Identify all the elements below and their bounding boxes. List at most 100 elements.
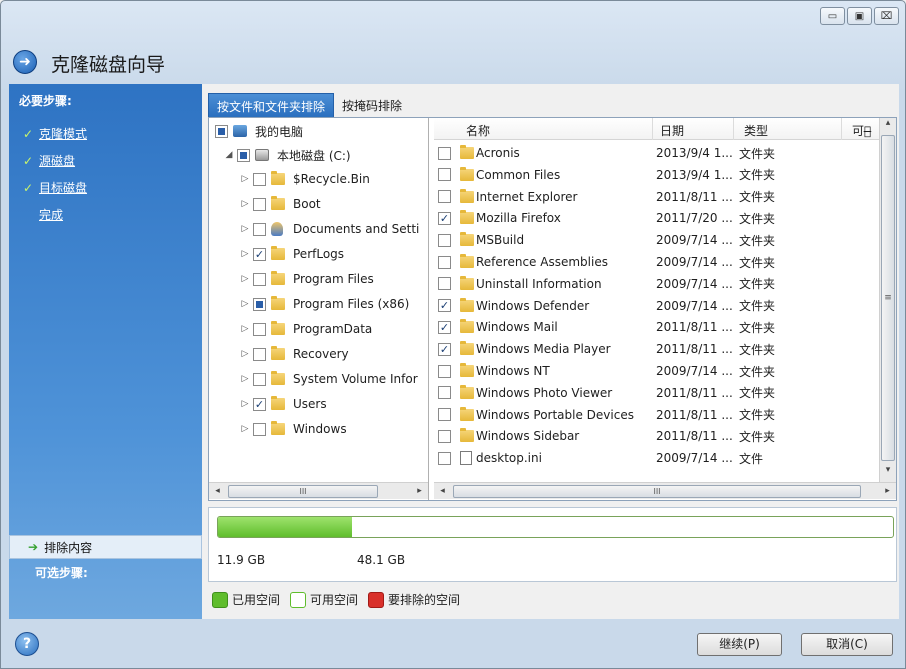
close-button[interactable]: ⌧ bbox=[874, 7, 899, 25]
row-checkbox[interactable] bbox=[438, 255, 451, 269]
column-header-type[interactable]: 类型 bbox=[744, 122, 768, 139]
row-checkbox[interactable] bbox=[438, 451, 451, 465]
tree-row[interactable]: ▷ Users bbox=[239, 393, 327, 415]
tree-checkbox[interactable] bbox=[253, 297, 266, 311]
list-vertical-scrollbar[interactable]: ▴ ≡ ▾ bbox=[879, 118, 896, 482]
column-header-name[interactable]: 名称 bbox=[466, 122, 490, 139]
step-label[interactable]: 克隆模式 bbox=[39, 125, 87, 142]
step-label[interactable]: 完成 bbox=[39, 206, 63, 223]
row-checkbox[interactable] bbox=[438, 233, 451, 247]
tree-row[interactable]: ▷ Program Files (x86) bbox=[239, 293, 409, 315]
row-checkbox[interactable] bbox=[438, 386, 451, 400]
list-row[interactable]: Windows Portable Devices 2011/8/11 ... 文件夹 bbox=[434, 404, 890, 426]
scrollbar-thumb[interactable]: III bbox=[453, 484, 861, 498]
back-arrow-icon[interactable]: ➜ bbox=[13, 50, 37, 74]
row-checkbox[interactable] bbox=[438, 364, 451, 378]
tree-checkbox[interactable] bbox=[215, 124, 228, 138]
scroll-left-icon[interactable]: ◂ bbox=[434, 486, 451, 496]
tree-row[interactable]: ▷ $Recycle.Bin bbox=[239, 168, 370, 190]
collapsed-triangle-icon[interactable]: ▷ bbox=[239, 249, 251, 259]
step-item-finish[interactable]: 完成 bbox=[23, 201, 87, 228]
collapsed-triangle-icon[interactable]: ▷ bbox=[239, 299, 251, 309]
collapsed-triangle-icon[interactable]: ▷ bbox=[239, 224, 251, 234]
tree-row[interactable]: ▷ Windows bbox=[239, 418, 347, 440]
row-checkbox[interactable] bbox=[438, 320, 451, 334]
expanded-triangle-icon[interactable]: ◢ bbox=[223, 150, 235, 160]
scroll-down-icon[interactable]: ▾ bbox=[880, 465, 896, 482]
tree-checkbox[interactable] bbox=[253, 172, 266, 186]
tree-checkbox[interactable] bbox=[253, 247, 266, 261]
column-divider[interactable] bbox=[733, 118, 734, 140]
list-row[interactable]: Common Files 2013/9/4 1... 文件夹 bbox=[434, 164, 890, 186]
tree-horizontal-scrollbar[interactable]: ◂ III ▸ bbox=[209, 482, 428, 499]
list-row[interactable]: Uninstall Information 2009/7/14 ... 文件夹 bbox=[434, 273, 890, 295]
tree-checkbox[interactable] bbox=[253, 397, 266, 411]
tree-row[interactable]: ▷ Program Files bbox=[239, 268, 374, 290]
column-header-date[interactable]: 日期 bbox=[660, 122, 684, 139]
row-checkbox[interactable] bbox=[438, 408, 451, 422]
list-row[interactable]: Windows Media Player 2011/8/11 ... 文件夹 bbox=[434, 338, 890, 360]
column-divider[interactable] bbox=[652, 118, 653, 140]
list-row[interactable]: desktop.ini 2009/7/14 ... 文件 bbox=[434, 447, 890, 469]
continue-button[interactable]: 继续(P) bbox=[697, 633, 782, 656]
list-row[interactable]: Reference Assemblies 2009/7/14 ... 文件夹 bbox=[434, 251, 890, 273]
row-checkbox[interactable] bbox=[438, 168, 451, 182]
collapsed-triangle-icon[interactable]: ▷ bbox=[239, 399, 251, 409]
step-item-clone-mode[interactable]: ✓ 克隆模式 bbox=[23, 120, 87, 147]
list-row[interactable]: Windows NT 2009/7/14 ... 文件夹 bbox=[434, 360, 890, 382]
collapsed-triangle-icon[interactable]: ▷ bbox=[239, 199, 251, 209]
collapsed-triangle-icon[interactable]: ▷ bbox=[239, 174, 251, 184]
tree-row[interactable]: ▷ Recovery bbox=[239, 343, 349, 365]
row-checkbox[interactable] bbox=[438, 342, 451, 356]
tree-checkbox[interactable] bbox=[253, 372, 266, 386]
scroll-right-icon[interactable]: ▸ bbox=[879, 486, 896, 496]
list-row[interactable]: Windows Sidebar 2011/8/11 ... 文件夹 bbox=[434, 425, 890, 447]
list-row[interactable]: Windows Defender 2009/7/14 ... 文件夹 bbox=[434, 295, 890, 317]
list-row[interactable]: Internet Explorer 2011/8/11 ... 文件夹 bbox=[434, 186, 890, 208]
list-row[interactable]: Acronis 2013/9/4 1... 文件夹 bbox=[434, 142, 890, 164]
column-divider[interactable] bbox=[841, 118, 842, 140]
tree-row[interactable]: ▷ Documents and Setti bbox=[239, 218, 419, 240]
row-checkbox[interactable] bbox=[438, 277, 451, 291]
list-row[interactable]: Mozilla Firefox 2011/7/20 ... 文件夹 bbox=[434, 207, 890, 229]
scrollbar-thumb[interactable]: III bbox=[228, 484, 378, 498]
collapsed-triangle-icon[interactable]: ▷ bbox=[239, 374, 251, 384]
list-row[interactable]: Windows Mail 2011/8/11 ... 文件夹 bbox=[434, 316, 890, 338]
tree-checkbox[interactable] bbox=[253, 422, 266, 436]
tree-checkbox[interactable] bbox=[253, 322, 266, 336]
list-horizontal-scrollbar[interactable]: ◂ III ▸ bbox=[434, 482, 896, 499]
maximize-button[interactable]: ▣ bbox=[847, 7, 872, 25]
scroll-right-icon[interactable]: ▸ bbox=[411, 486, 428, 496]
collapsed-triangle-icon[interactable]: ▷ bbox=[239, 349, 251, 359]
step-label[interactable]: 源磁盘 bbox=[39, 152, 75, 169]
tree-row-root[interactable]: 我的电脑 bbox=[213, 120, 303, 142]
collapsed-triangle-icon[interactable]: ▷ bbox=[239, 324, 251, 334]
tree-row[interactable]: ▷ System Volume Infor bbox=[239, 368, 418, 390]
list-row[interactable]: Windows Photo Viewer 2011/8/11 ... 文件夹 bbox=[434, 382, 890, 404]
tree-row[interactable]: ▷ Boot bbox=[239, 193, 321, 215]
row-checkbox[interactable] bbox=[438, 190, 451, 204]
tree-checkbox[interactable] bbox=[253, 347, 266, 361]
scrollbar-thumb[interactable]: ≡ bbox=[881, 135, 895, 461]
sidebar-item-exclude-content[interactable]: ➔ 排除内容 bbox=[9, 535, 202, 559]
tree-checkbox[interactable] bbox=[253, 272, 266, 286]
scroll-up-icon[interactable]: ▴ bbox=[880, 118, 896, 135]
row-checkbox[interactable] bbox=[438, 429, 451, 443]
cancel-button[interactable]: 取消(C) bbox=[801, 633, 893, 656]
step-item-target-disk[interactable]: ✓ 目标磁盘 bbox=[23, 174, 87, 201]
help-icon[interactable]: ? bbox=[15, 632, 39, 656]
tab-by-files-folders[interactable]: 按文件和文件夹排除 bbox=[208, 93, 335, 117]
column-header-available[interactable]: 可用̶ bbox=[852, 122, 871, 139]
step-item-source-disk[interactable]: ✓ 源磁盘 bbox=[23, 147, 87, 174]
tree-checkbox[interactable] bbox=[253, 197, 266, 211]
minimize-button[interactable]: ▭ bbox=[820, 7, 845, 25]
tab-by-mask[interactable]: 按掩码排除 bbox=[334, 93, 410, 117]
tree-row-drive[interactable]: ◢ 本地磁盘 (C:) bbox=[223, 144, 351, 166]
list-row[interactable]: MSBuild 2009/7/14 ... 文件夹 bbox=[434, 229, 890, 251]
tree-row[interactable]: ▷ ProgramData bbox=[239, 318, 372, 340]
tree-checkbox[interactable] bbox=[253, 222, 266, 236]
collapsed-triangle-icon[interactable]: ▷ bbox=[239, 424, 251, 434]
row-checkbox[interactable] bbox=[438, 146, 451, 160]
step-label[interactable]: 目标磁盘 bbox=[39, 179, 87, 196]
tree-row[interactable]: ▷ PerfLogs bbox=[239, 243, 344, 265]
